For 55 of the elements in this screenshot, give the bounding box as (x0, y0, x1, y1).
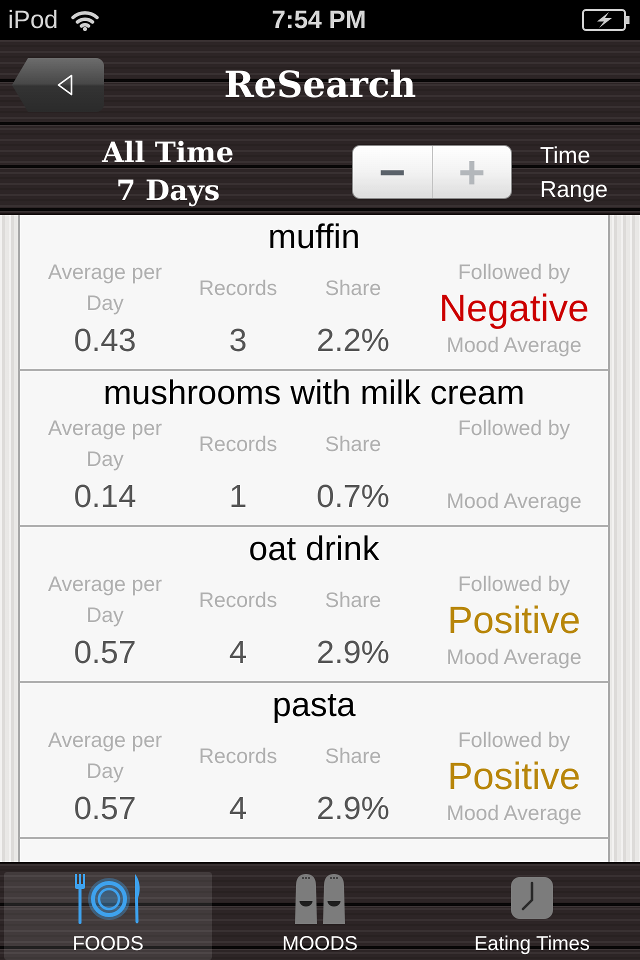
stat-value: 3 (229, 321, 247, 360)
stat-label: Share (324, 276, 382, 302)
food-name: mushrooms with milk cream (102, 373, 526, 413)
range-label: 7 Days (116, 174, 220, 208)
stat-value: 4 (229, 633, 247, 672)
mood-caption: Followed by (458, 728, 570, 754)
mood-value: Positive (447, 600, 581, 642)
wifi-icon (70, 9, 100, 31)
stat-value: 1 (229, 477, 247, 516)
back-button[interactable] (12, 58, 104, 112)
mood-caption: Mood Average (446, 333, 582, 359)
mood-value: Negative (439, 288, 589, 330)
stat-label: Average per Day (46, 260, 164, 317)
mood-caption: Followed by (458, 260, 570, 286)
range-label: All Time (102, 136, 234, 170)
mood-caption: Mood Average (446, 489, 582, 515)
stat-value: 2.2% (316, 321, 390, 360)
carrier-name: iPod (8, 5, 58, 35)
tab-button[interactable]: FOODS (4, 872, 212, 960)
food-name: oat drink (248, 529, 380, 569)
stat-label: Share (324, 588, 382, 614)
stat-label: Average per Day (46, 572, 164, 629)
stat-value: 0.7% (316, 477, 390, 516)
stat-value: 0.57 (74, 789, 136, 828)
stat-value: 2.9% (316, 633, 390, 672)
tab-button[interactable]: Eating Times (428, 872, 636, 960)
screen-title: ReSearch (224, 64, 416, 106)
minus-button[interactable]: − (353, 146, 432, 198)
stat-value: 0.14 (74, 477, 136, 516)
stat-value: 0.43 (74, 321, 136, 360)
mood-caption: Mood Average (446, 801, 582, 827)
clock-icon (510, 876, 554, 920)
stat-label: Average per Day (46, 416, 164, 473)
stat-value: 4 (229, 789, 247, 828)
stat-label: Records (198, 432, 278, 458)
stepper-caption: Time Range (540, 140, 609, 204)
stat-label: Records (198, 744, 278, 770)
food-name: pasta (271, 685, 357, 725)
salt-shakers-icon (294, 872, 346, 926)
mood-caption: Followed by (458, 416, 570, 442)
stat-label: Records (198, 588, 278, 614)
clock-time: 7:54 PM (272, 5, 366, 35)
stat-label: Average per Day (46, 728, 164, 785)
mood-caption: Followed by (458, 572, 570, 598)
battery-charging-icon (582, 9, 630, 31)
stat-label: Share (324, 744, 382, 770)
food-name: muffin (267, 217, 361, 257)
stat-label: Records (198, 276, 278, 302)
stat-value: 2.9% (316, 789, 390, 828)
stat-value: 0.57 (74, 633, 136, 672)
tab-button[interactable]: MOODS (216, 872, 424, 960)
mood-caption: Mood Average (446, 645, 582, 671)
stat-label: Share (324, 432, 382, 458)
left-triangle-icon (57, 74, 73, 96)
mood-value: Positive (447, 756, 581, 798)
